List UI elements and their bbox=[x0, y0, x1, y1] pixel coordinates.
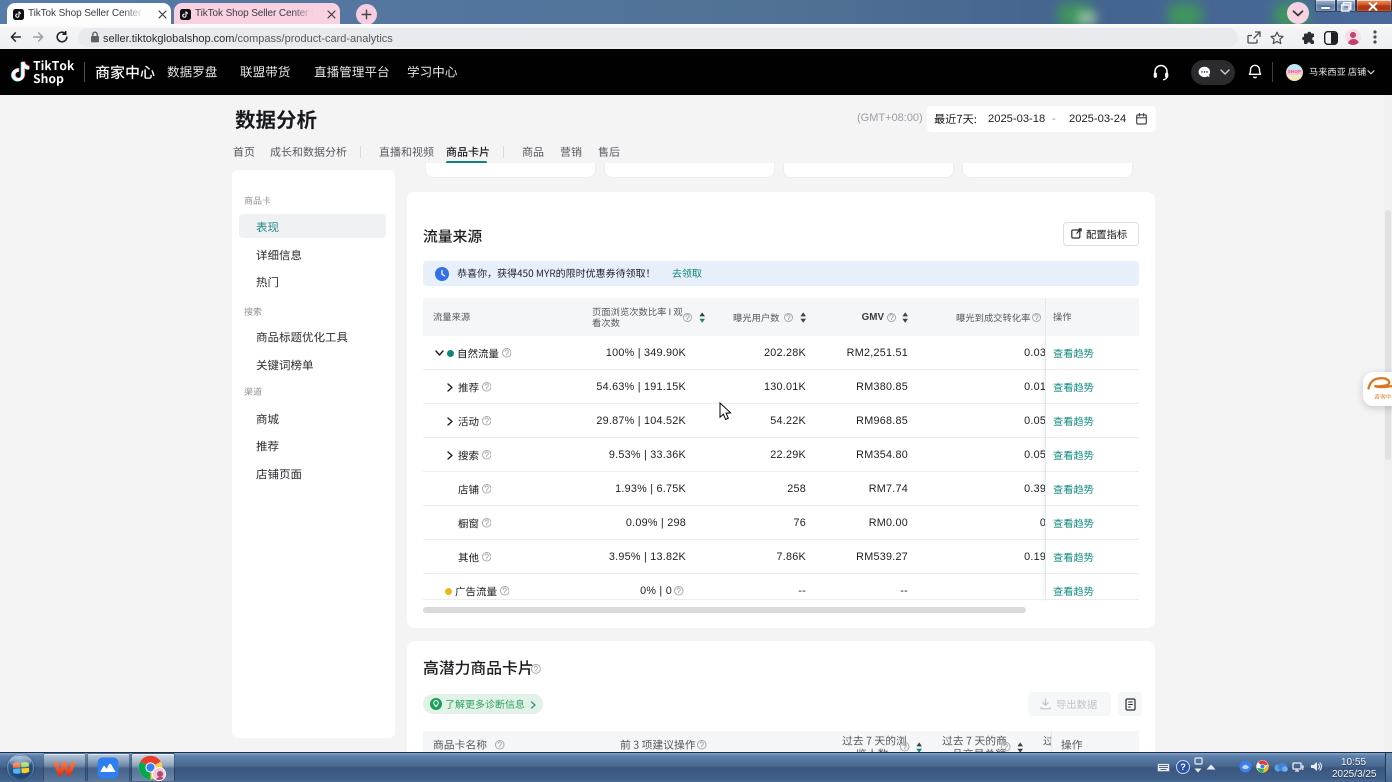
svg-text:?: ? bbox=[1180, 762, 1186, 773]
